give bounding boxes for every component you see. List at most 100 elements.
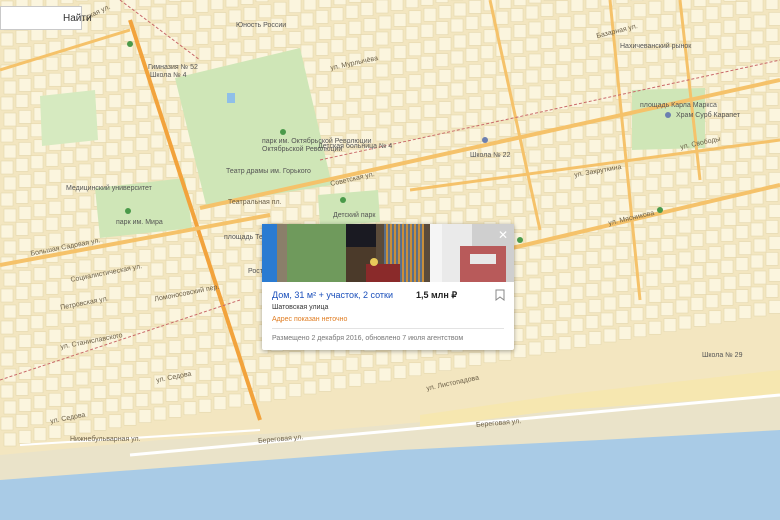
city-block [150, 134, 164, 149]
city-block [423, 7, 437, 22]
city-block [345, 68, 359, 83]
poi-marker[interactable] [127, 41, 133, 47]
city-block [105, 302, 119, 317]
city-block [573, 141, 587, 156]
city-block [45, 152, 59, 167]
city-block [15, 222, 29, 236]
city-block [555, 64, 569, 79]
city-block [708, 0, 722, 5]
city-block [3, 176, 17, 191]
city-block [540, 323, 554, 337]
city-block [558, 336, 572, 351]
city-block [513, 56, 527, 70]
poi-marker[interactable] [125, 208, 131, 214]
city-block [33, 235, 47, 250]
city-block [603, 136, 617, 151]
city-block [573, 301, 587, 316]
city-block [348, 20, 362, 35]
city-block [3, 368, 17, 383]
city-block [765, 220, 779, 234]
listing-photo[interactable] [262, 224, 346, 282]
city-block [18, 142, 32, 156]
listing-title-link[interactable]: Дом, 31 м² + участок, 2 сотки [272, 290, 393, 300]
city-block [63, 326, 77, 340]
city-block [225, 0, 239, 8]
city-block [195, 30, 209, 45]
search-button[interactable]: Найти [59, 13, 96, 24]
city-block [213, 44, 227, 58]
city-block [660, 14, 674, 28]
city-block [615, 246, 629, 260]
city-block [45, 312, 59, 327]
city-block [570, 125, 584, 140]
city-block [285, 367, 299, 381]
city-block [750, 286, 764, 301]
city-block [453, 2, 467, 17]
city-block [633, 195, 647, 210]
city-block [228, 41, 242, 56]
city-block [735, 257, 749, 271]
city-block [405, 0, 419, 9]
city-block [438, 5, 452, 19]
listing-photo[interactable] [346, 224, 430, 282]
city-block [360, 354, 374, 368]
city-block [168, 116, 182, 130]
city-block [600, 88, 614, 103]
city-block [573, 237, 587, 252]
city-block [483, 61, 497, 76]
city-block [570, 93, 584, 108]
city-block [123, 251, 137, 266]
city-block [483, 157, 497, 172]
city-block [255, 0, 269, 3]
city-block [408, 106, 422, 121]
city-block [195, 382, 209, 397]
city-block [33, 427, 47, 442]
city-block [393, 365, 407, 379]
city-block [105, 78, 119, 93]
city-block [138, 409, 152, 423]
poi-marker[interactable] [280, 129, 286, 135]
search-input[interactable] [1, 8, 59, 28]
city-block [555, 160, 569, 175]
city-block [585, 187, 599, 201]
city-block [738, 145, 752, 159]
city-block [150, 166, 164, 181]
city-block [198, 302, 212, 317]
city-block [765, 156, 779, 170]
city-block [390, 29, 404, 43]
city-block [330, 39, 344, 54]
city-block [108, 350, 122, 365]
city-block [225, 377, 239, 392]
city-block [393, 109, 407, 123]
city-block [90, 305, 104, 319]
city-block [600, 56, 614, 71]
city-block [165, 100, 179, 114]
city-block [408, 10, 422, 25]
poi-marker[interactable] [340, 197, 346, 203]
poi-marker[interactable] [482, 137, 488, 143]
city-block [630, 243, 644, 258]
city-block [438, 69, 452, 83]
poi-marker[interactable] [665, 112, 671, 118]
city-block [135, 361, 149, 375]
city-block [378, 175, 392, 190]
city-block [0, 160, 14, 175]
city-block [513, 88, 527, 102]
city-block [165, 36, 179, 50]
close-icon[interactable]: ✕ [496, 228, 510, 242]
city-block [90, 145, 104, 159]
city-block [573, 205, 587, 220]
city-block [138, 89, 152, 103]
city-block [3, 208, 17, 223]
city-block [153, 0, 167, 5]
bookmark-icon[interactable] [495, 289, 505, 301]
poi-marker[interactable] [657, 207, 663, 213]
city-block [750, 222, 764, 237]
city-block [105, 142, 119, 157]
listing-meta: Размещено 2 декабря 2016, обновлено 7 ию… [272, 335, 464, 342]
city-block [603, 232, 617, 247]
poi-marker[interactable] [517, 237, 523, 243]
city-block [183, 337, 197, 352]
city-block [483, 125, 497, 140]
city-block [15, 286, 29, 300]
